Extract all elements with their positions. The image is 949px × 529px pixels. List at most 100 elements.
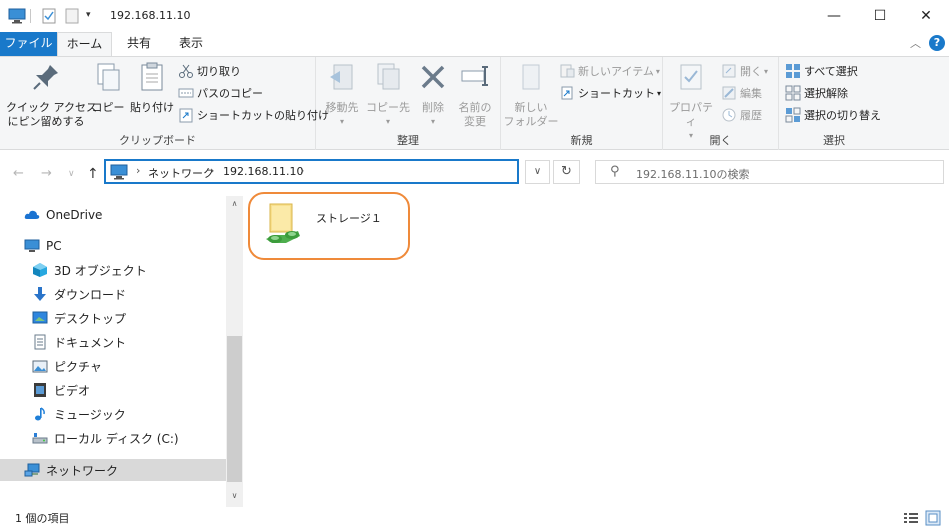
item-count: 1 個の項目 <box>15 512 70 525</box>
open-button[interactable]: 開く ▾ <box>721 61 768 81</box>
music-icon <box>35 407 45 421</box>
select-none-button[interactable]: 選択解除 <box>785 83 848 103</box>
shared-folder-icon[interactable] <box>264 201 304 247</box>
delete-button[interactable]: 削除 ▾ <box>416 61 450 129</box>
paste-shortcut-button[interactable]: ショートカットの貼り付け <box>178 105 329 125</box>
copy-button[interactable]: コピー <box>90 61 126 115</box>
sidebar-item-downloads[interactable]: ダウンロード <box>0 283 226 305</box>
tab-file[interactable]: ファイル <box>0 32 57 56</box>
pin-icon <box>33 65 58 90</box>
sidebar-item-label: ローカル ディスク (C:) <box>54 431 179 446</box>
copy-path-button[interactable]: パスのコピー <box>178 83 263 103</box>
paste-button[interactable]: 貼り付け <box>128 61 176 115</box>
breadcrumb-separator-icon[interactable]: › <box>210 164 214 177</box>
search-box[interactable]: ⚲ 192.168.11.10の検索 <box>595 160 944 184</box>
scissors-icon <box>179 64 193 78</box>
minimize-button[interactable]: — <box>811 0 857 32</box>
tab-home[interactable]: ホーム <box>57 32 112 56</box>
tab-share[interactable]: 共有 <box>114 32 164 56</box>
new-item-button[interactable]: 新しいアイテム ▾ <box>559 61 660 81</box>
properties-label: プロパティ <box>669 101 713 128</box>
sidebar-item-onedrive[interactable]: OneDrive <box>0 204 226 226</box>
sidebar-item-pictures[interactable]: ピクチャ <box>0 355 226 377</box>
invert-selection-button[interactable]: 選択の切り替え <box>785 105 881 125</box>
close-button[interactable]: ✕ <box>903 0 949 32</box>
rename-button[interactable]: 名前の 変更 <box>453 61 497 129</box>
new-folder-button[interactable]: 新しい フォルダー <box>503 61 559 129</box>
copy-path-label: パスのコピー <box>197 87 263 100</box>
sidebar-item-desktop[interactable]: デスクトップ <box>0 307 226 329</box>
open-group-label: 開く <box>709 134 732 147</box>
paste-icon <box>141 62 163 91</box>
refresh-button[interactable]: ↻ <box>553 160 580 184</box>
new-folder-quick-icon[interactable] <box>65 8 79 24</box>
pc-icon[interactable] <box>8 8 26 24</box>
tab-view[interactable]: 表示 <box>166 32 216 56</box>
sidebar-item-3d-objects[interactable]: 3D オブジェクト <box>0 259 226 281</box>
organize-group-label: 整理 <box>397 134 419 147</box>
quick-access-dropdown-icon[interactable]: ▾ <box>86 10 91 20</box>
sidebar-item-label: PC <box>46 239 62 253</box>
address-bar[interactable]: › ネットワーク › 192.168.11.10 › <box>104 159 519 184</box>
move-to-label: 移動先 <box>325 101 359 114</box>
move-to-button[interactable]: 移動先 ▾ <box>320 61 364 129</box>
sidebar-item-label: ダウンロード <box>54 287 127 302</box>
sidebar-item-music[interactable]: ミュージック <box>0 403 226 425</box>
sidebar-item-pc[interactable]: PC <box>0 235 226 257</box>
copy-path-icon <box>178 88 194 98</box>
maximize-button[interactable]: ☐ <box>857 0 903 32</box>
edit-label: 編集 <box>740 87 762 100</box>
new-folder-icon <box>522 64 540 90</box>
network-icon <box>24 463 40 477</box>
address-dropdown-button[interactable]: ∨ <box>525 160 550 184</box>
delete-label: 削除 <box>422 101 444 114</box>
paste-label: 貼り付け <box>130 101 174 114</box>
edit-button[interactable]: 編集 <box>721 83 762 103</box>
copy-to-label: コピー先 <box>366 101 410 114</box>
sidebar-item-local-disk[interactable]: ローカル ディスク (C:) <box>0 427 226 449</box>
large-icons-view-icon[interactable] <box>925 510 941 526</box>
breadcrumb-separator-icon[interactable]: › <box>136 164 140 177</box>
open-icon <box>722 64 736 78</box>
cut-button[interactable]: 切り取り <box>178 61 241 81</box>
sidebar-item-network[interactable]: ネットワーク <box>0 459 226 481</box>
breadcrumb-separator-icon[interactable]: › <box>300 164 304 177</box>
scrollbar-thumb[interactable] <box>227 336 242 482</box>
recent-locations-button[interactable]: ∨ <box>68 169 75 179</box>
history-button[interactable]: 履歴 <box>721 105 762 125</box>
back-button[interactable]: ← <box>13 166 24 181</box>
shortcut-button[interactable]: ショートカット ▾ <box>559 83 661 103</box>
breadcrumb-host[interactable]: 192.168.11.10 <box>223 165 303 178</box>
search-input[interactable]: 192.168.11.10の検索 <box>636 166 749 182</box>
pictures-icon <box>32 360 48 373</box>
open-group: プロパティ ▾ 開く ▾ 編集 履歴 開く <box>663 57 779 150</box>
shortcut-label: ショートカット <box>578 87 655 100</box>
select-all-button[interactable]: すべて選択 <box>785 61 858 81</box>
sidebar-item-documents[interactable]: ドキュメント <box>0 331 226 353</box>
copy-to-button[interactable]: コピー先 ▾ <box>366 61 410 129</box>
forward-button[interactable]: → <box>41 166 52 181</box>
documents-icon <box>34 334 46 350</box>
folder-label[interactable]: ストレージ１ <box>316 210 382 226</box>
up-button[interactable]: ↑ <box>87 166 99 182</box>
details-view-icon[interactable] <box>903 510 919 526</box>
navigation-pane-scrollbar[interactable]: ∧ ∨ <box>226 196 243 507</box>
help-icon[interactable]: ? <box>929 35 945 51</box>
collapse-ribbon-icon[interactable]: ︿ <box>910 35 921 51</box>
pc-icon <box>110 164 128 180</box>
pin-quick-access-button[interactable]: クイック アクセス にピン留めする <box>6 61 97 129</box>
edit-icon <box>722 86 736 100</box>
scroll-up-arrow[interactable]: ∧ <box>226 196 243 212</box>
sidebar-item-label: OneDrive <box>46 208 103 222</box>
properties-quick-icon[interactable] <box>42 8 56 24</box>
properties-button[interactable]: プロパティ ▾ <box>666 61 716 143</box>
scroll-down-arrow[interactable]: ∨ <box>226 488 243 504</box>
clipboard-group-label: クリップボード <box>119 134 196 147</box>
window-title: 192.168.11.10 <box>110 9 191 22</box>
pc-icon <box>24 239 40 252</box>
sidebar-item-videos[interactable]: ビデオ <box>0 379 226 401</box>
breadcrumb-network[interactable]: ネットワーク <box>148 165 214 181</box>
select-all-icon <box>786 64 800 78</box>
sidebar-item-label: ミュージック <box>54 407 126 422</box>
desktop-icon <box>32 311 48 324</box>
